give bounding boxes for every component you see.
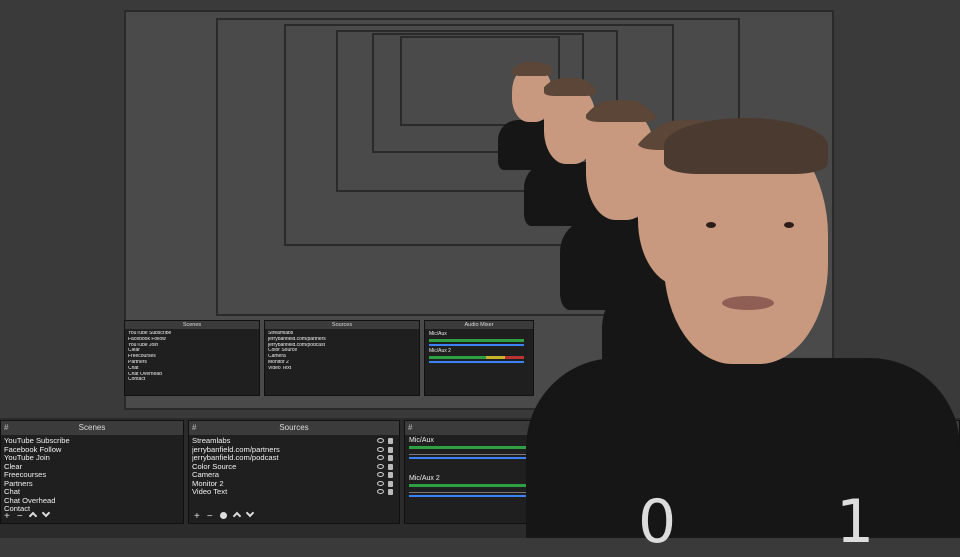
scene-item[interactable]: Chat	[4, 488, 180, 497]
list-item[interactable]: Video Text	[268, 366, 416, 372]
add-scene-button[interactable]: +	[4, 510, 10, 524]
mixer-channel-label: Mic/Aux 2	[429, 348, 451, 354]
shirt-digit-left: 0	[638, 487, 677, 557]
eye-icon[interactable]	[377, 472, 384, 477]
nested-mixer-header: Audio Mixer	[464, 322, 494, 328]
nested-sources-header: Sources	[331, 322, 353, 328]
lock-icon[interactable]	[388, 489, 393, 495]
lock-icon[interactable]	[388, 463, 393, 470]
source-label: Color Source	[192, 462, 237, 471]
eye-icon[interactable]	[377, 455, 384, 460]
nested-sources-panel: Sources Streamlabs jerrybanfield.com/par…	[264, 320, 420, 396]
scene-item[interactable]: Freecourses	[4, 471, 180, 480]
source-item[interactable]: Streamlabs	[192, 437, 396, 446]
mixer-channel-label: Mic/Aux	[429, 331, 447, 337]
dock-pin-icon[interactable]: #	[4, 421, 8, 435]
sources-header: Sources	[279, 423, 309, 432]
presenter-webcam: 0 1	[526, 118, 960, 552]
move-down-button[interactable]	[245, 508, 254, 524]
source-item[interactable]: Video Text	[192, 488, 396, 497]
scene-item[interactable]: Chat Overhead	[4, 497, 180, 506]
lock-icon[interactable]	[388, 455, 393, 461]
scene-item[interactable]: Clear	[4, 463, 180, 472]
nested-mixer-panel: Audio Mixer Mic/Aux Mic/Aux 2	[424, 320, 534, 396]
eye-icon[interactable]	[377, 438, 384, 443]
source-item[interactable]: Color Source	[192, 463, 396, 472]
move-up-button[interactable]	[28, 510, 37, 524]
lock-icon[interactable]	[388, 472, 393, 478]
move-down-button[interactable]	[41, 508, 50, 524]
move-up-button[interactable]	[232, 510, 241, 524]
chevron-up-icon	[232, 511, 241, 521]
scenes-toolbar: + −	[0, 508, 50, 524]
shirt-digit-right: 1	[836, 487, 875, 557]
scenes-panel: # Scenes YouTube Subscribe Facebook Follo…	[0, 420, 184, 524]
source-item[interactable]: jerrybanfield.com/podcast	[192, 454, 396, 463]
remove-source-button[interactable]: −	[207, 510, 213, 524]
eye-icon[interactable]	[377, 480, 384, 486]
sources-toolbar: + −	[190, 508, 254, 524]
scenes-header: Scenes	[78, 423, 106, 432]
lock-icon[interactable]	[388, 480, 393, 487]
chevron-down-icon	[41, 508, 50, 518]
eye-icon[interactable]	[377, 446, 384, 452]
sources-panel: # Sources Streamlabs jerrybanfield.com/pa…	[188, 420, 400, 524]
remove-scene-button[interactable]: −	[17, 510, 23, 524]
source-label: jerrybanfield.com/podcast	[192, 454, 279, 462]
scene-item[interactable]: YouTube Join	[4, 454, 180, 463]
source-label: Video Text	[192, 488, 228, 496]
source-label: jerrybanfield.com/partners	[192, 445, 280, 454]
source-properties-button[interactable]	[219, 510, 227, 524]
gear-icon	[219, 512, 227, 519]
chevron-up-icon	[28, 511, 37, 521]
source-item[interactable]: Camera	[192, 471, 396, 480]
source-item[interactable]: Monitor 2	[192, 480, 396, 489]
scene-item[interactable]: Facebook Follow	[4, 446, 180, 455]
eye-icon[interactable]	[377, 463, 384, 469]
source-label: Camera	[192, 471, 220, 479]
dock-pin-icon[interactable]: #	[408, 421, 412, 435]
source-label: Monitor 2	[192, 479, 224, 488]
nested-scenes-header: Scenes	[182, 322, 202, 328]
chevron-down-icon	[245, 508, 254, 518]
source-item[interactable]: jerrybanfield.com/partners	[192, 446, 396, 455]
mixer-channel-label: Mic/Aux 2	[409, 475, 440, 482]
scene-item[interactable]: Partners	[4, 480, 180, 489]
source-label: Streamlabs	[192, 437, 231, 445]
dock-pin-icon[interactable]: #	[192, 421, 196, 435]
lock-icon[interactable]	[388, 446, 393, 453]
eye-icon[interactable]	[377, 489, 384, 494]
scene-item[interactable]: YouTube Subscribe	[4, 437, 180, 446]
list-item[interactable]: Contact	[128, 377, 256, 383]
nested-scenes-panel: Scenes YouTube Subscribe Facebook Follow…	[124, 320, 260, 396]
add-source-button[interactable]: +	[194, 510, 200, 524]
lock-icon[interactable]	[388, 438, 393, 444]
mixer-channel-label: Mic/Aux	[409, 437, 434, 444]
